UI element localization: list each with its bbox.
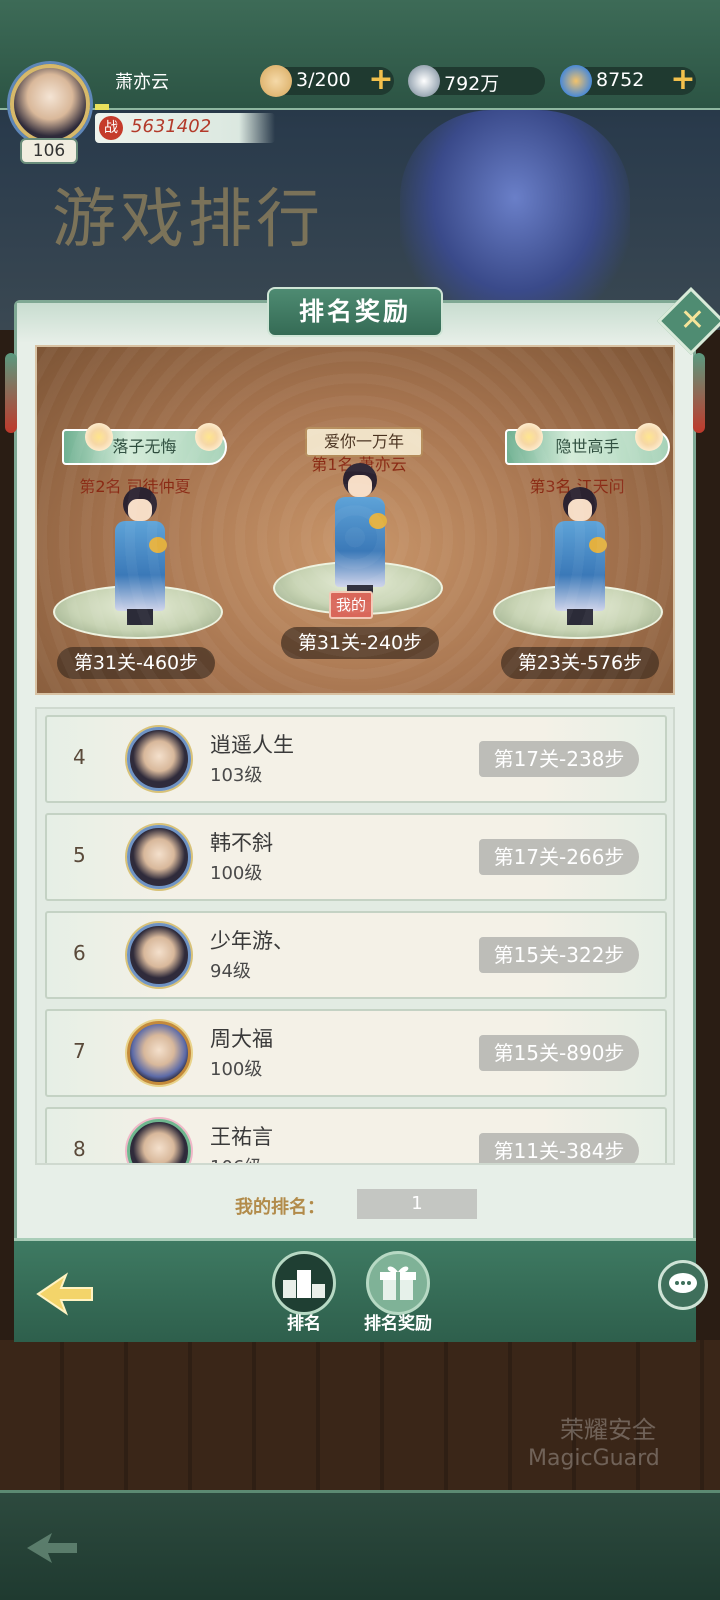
title-banner-third: 隐世高手 — [505, 429, 670, 465]
panel-title: 排名奖励 — [298, 297, 411, 326]
player-name: 韩不斜 — [210, 831, 273, 855]
gift-icon — [366, 1251, 430, 1315]
panel-title-tab: 排名奖励 — [267, 287, 443, 337]
left-tassel-ornament — [5, 353, 17, 433]
list-item[interactable]: 5 韩不斜 100级 第17关-266步 — [45, 813, 667, 901]
my-tag: 我的 — [329, 591, 373, 619]
list-item[interactable]: 7 周大福 100级 第15关-890步 — [45, 1009, 667, 1097]
my-rank-value: 1 — [357, 1189, 477, 1219]
coin-icon — [408, 65, 440, 97]
combat-power: 战 5631402 — [95, 113, 275, 143]
list-item[interactable]: 4 逍遥人生 103级 第17关-238步 — [45, 715, 667, 803]
player-avatar[interactable] — [127, 825, 191, 889]
tab-ranking-reward-label: 排名奖励 — [364, 1314, 432, 1334]
title-second: 落子无悔 — [112, 437, 177, 456]
player-level: 100级 — [210, 1059, 263, 1080]
combat-power-value: 5631402 — [131, 116, 212, 137]
bun-icon — [260, 65, 292, 97]
pedestal-third — [493, 585, 663, 639]
character-figure-second[interactable] — [105, 487, 175, 627]
close-icon: ✕ — [679, 303, 705, 338]
flower-icon — [635, 423, 663, 451]
rank-label-first: 第1名 萧亦云 — [311, 455, 407, 474]
tab-ranking-label: 排名 — [287, 1314, 321, 1334]
background-title: 游戏排行 — [52, 183, 324, 257]
player-name: 周大福 — [210, 1027, 273, 1051]
ranking-list[interactable]: 4 逍遥人生 103级 第17关-238步 5 韩不斜 100级 第17关-26… — [35, 707, 675, 1165]
rank-label-second: 第2名 司徒仲夏 — [79, 477, 191, 496]
back-arrow-icon[interactable] — [34, 1269, 96, 1319]
player-avatar[interactable] — [127, 1119, 191, 1163]
title-banner-first: 爱你一万年 — [305, 427, 423, 457]
score-second: 第31关-460步 — [57, 647, 215, 679]
flower-icon — [515, 423, 543, 451]
stamina-value: 3/200 — [296, 69, 351, 91]
resource-stamina: 3/200 + — [260, 65, 396, 97]
rank-number: 6 — [73, 941, 86, 965]
player-level: 94级 — [210, 961, 251, 982]
score-first: 第31关-240步 — [281, 627, 439, 659]
resource-orbs: 8752 + — [560, 65, 698, 97]
watermark-line1: 荣耀安全 — [560, 1416, 656, 1444]
character-figure-first[interactable] — [325, 463, 395, 603]
title-third: 隐世高手 — [555, 437, 620, 456]
player-name: 王祐言 — [210, 1125, 273, 1149]
player-avatar[interactable] — [127, 923, 191, 987]
player-avatar[interactable] — [10, 64, 90, 144]
tab-ranking[interactable]: 排名 — [264, 1251, 344, 1341]
list-item[interactable]: 6 少年游、 94级 第15关-322步 — [45, 911, 667, 999]
player-score: 第17关-266步 — [479, 839, 639, 875]
player-score: 第17关-238步 — [479, 741, 639, 777]
rank-number: 4 — [73, 745, 86, 769]
chat-bubble-icon — [669, 1273, 697, 1293]
bottom-nav-bar: 排名 排名奖励 — [14, 1238, 696, 1342]
orb-icon — [560, 65, 592, 97]
flower-icon — [85, 423, 113, 451]
coins-value: 792万 — [444, 73, 500, 95]
background-arrow-icon — [27, 1533, 77, 1563]
player-level: 103级 — [210, 765, 263, 786]
player-score: 第11关-384步 — [479, 1133, 639, 1163]
rank-number: 5 — [73, 843, 86, 867]
score-third: 第23关-576步 — [501, 647, 659, 679]
player-name: 萧亦云 — [115, 72, 169, 93]
orbs-value: 8752 — [596, 69, 645, 91]
list-item[interactable]: 8 王祐言 106级 第11关-384步 — [45, 1107, 667, 1163]
xp-bar — [95, 104, 109, 110]
resource-coins: 792万 — [408, 65, 545, 97]
my-rank-label: 我的排名： — [235, 1197, 325, 1218]
pedestal-first — [273, 561, 443, 615]
podium-icon — [272, 1251, 336, 1315]
player-level: 106级 — [210, 1153, 262, 1163]
player-score: 第15关-890步 — [479, 1035, 639, 1071]
character-figure-third[interactable] — [545, 487, 615, 627]
podium-area: 落子无悔 爱你一万年 隐世高手 第2名 司徒仲夏 第1名 萧亦云 第3名 江天问… — [35, 345, 675, 695]
right-tassel-ornament — [693, 353, 705, 433]
title-banner-second: 落子无悔 — [62, 429, 227, 465]
add-orbs-button[interactable]: + — [668, 65, 698, 96]
flower-icon — [195, 423, 223, 451]
player-level: 106 — [20, 138, 78, 164]
player-avatar[interactable] — [127, 727, 191, 791]
player-avatar[interactable] — [127, 1021, 191, 1085]
rank-number: 7 — [73, 1039, 86, 1063]
rank-number: 8 — [73, 1137, 86, 1161]
player-name: 少年游、 — [210, 929, 294, 953]
watermark-line2: MagicGuard — [528, 1446, 660, 1471]
add-stamina-button[interactable]: + — [366, 65, 396, 96]
player-score: 第15关-322步 — [479, 937, 639, 973]
player-level: 100级 — [210, 863, 263, 884]
player-name: 逍遥人生 — [210, 733, 294, 757]
pedestal-second — [53, 585, 223, 639]
ranking-reward-panel: 排名奖励 ✕ 落子无悔 爱你一万年 隐世高手 第2名 司徒仲夏 第1名 萧亦云 … — [5, 287, 720, 1340]
chat-button[interactable] — [658, 1260, 708, 1310]
background-base — [0, 1490, 720, 1600]
rank-label-third: 第3名 江天问 — [529, 477, 625, 496]
tab-ranking-reward[interactable]: 排名奖励 — [358, 1251, 438, 1341]
combat-power-icon: 战 — [99, 116, 123, 140]
